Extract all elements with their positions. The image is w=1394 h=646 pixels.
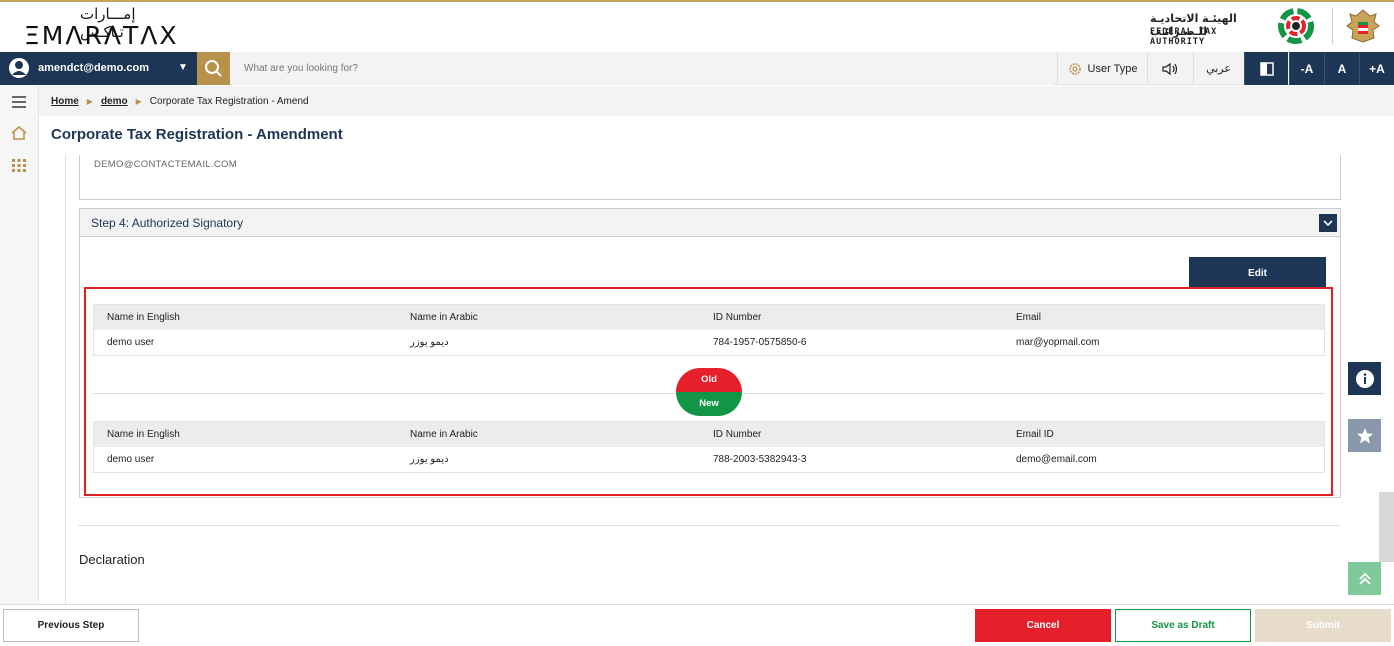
grid-icon[interactable] <box>10 156 28 174</box>
info-button[interactable] <box>1348 362 1381 395</box>
chevron-down-icon: ▼ <box>178 62 188 73</box>
sound-button[interactable] <box>1147 52 1193 85</box>
breadcrumb-demo-link[interactable]: demo <box>101 96 128 107</box>
fta-mark-icon <box>1278 8 1314 44</box>
chevron-down-icon[interactable] <box>1319 214 1337 232</box>
scroll-top-button[interactable] <box>1348 562 1381 595</box>
left-sidebar <box>0 86 39 604</box>
double-chevron-up-icon <box>1358 572 1371 585</box>
arabic-language-button[interactable]: عربي <box>1193 52 1243 85</box>
gear-icon <box>1068 62 1081 75</box>
top-navbar: amendct@demo.com ▼ User Type عربي -A A +… <box>0 52 1394 85</box>
fta-logo[interactable]: الهيئـة الاتحاديـة للـضـرائـب FEDERAL TA… <box>1150 6 1320 47</box>
header-divider <box>1332 8 1333 44</box>
uae-emblem-icon <box>1346 9 1380 43</box>
search-button[interactable] <box>197 52 230 85</box>
scrollbar-thumb[interactable] <box>1379 492 1394 562</box>
submit-button[interactable]: Submit <box>1255 609 1391 642</box>
home-icon[interactable] <box>10 124 28 142</box>
star-icon <box>1356 427 1373 443</box>
footer-bar: Previous Step Cancel Save as Draft Submi… <box>0 604 1394 646</box>
font-decrease-button[interactable]: -A <box>1289 52 1324 85</box>
user-email: amendct@demo.com <box>38 62 149 74</box>
edit-button[interactable]: Edit <box>1189 257 1326 289</box>
user-menu[interactable]: amendct@demo.com ▼ <box>0 52 197 85</box>
breadcrumb-current: Corporate Tax Registration - Amend <box>149 96 309 107</box>
breadcrumb-home-link[interactable]: Home <box>51 96 79 107</box>
favorite-button[interactable] <box>1348 419 1381 452</box>
contact-email-value: DEMO@CONTACTEMAIL.COM <box>94 159 237 170</box>
previous-step-panel: DEMO@CONTACTEMAIL.COM <box>79 155 1341 200</box>
user-avatar-icon <box>9 58 29 78</box>
font-increase-button[interactable]: +A <box>1359 52 1394 85</box>
fta-english: FEDERAL TAX AUTHORITY <box>1150 27 1218 47</box>
breadcrumb-separator-icon: ▶ <box>86 97 93 106</box>
declaration-divider <box>78 525 1340 526</box>
step-4-title: Step 4: Authorized Signatory <box>91 216 244 230</box>
step-4-header[interactable]: Step 4: Authorized Signatory <box>80 209 1340 237</box>
previous-step-button[interactable]: Previous Step <box>3 609 139 642</box>
contrast-button[interactable] <box>1244 52 1288 85</box>
search-icon <box>205 60 222 77</box>
font-normal-button[interactable]: A <box>1324 52 1359 85</box>
page-title: Corporate Tax Registration - Amendment <box>51 126 343 143</box>
contrast-icon <box>1259 61 1274 76</box>
cancel-button[interactable]: Cancel <box>975 609 1111 642</box>
menu-icon[interactable] <box>10 93 28 111</box>
user-type-label: User Type <box>1087 62 1138 75</box>
speaker-icon <box>1161 62 1177 75</box>
comparison-highlight-box <box>84 287 1333 496</box>
info-icon <box>1355 369 1374 388</box>
arabic-label: عربي <box>1206 63 1231 75</box>
breadcrumb: Home ▶ demo ▶ Corporate Tax Registration… <box>51 96 309 107</box>
breadcrumb-bar: Home ▶ demo ▶ Corporate Tax Registration… <box>39 86 1394 116</box>
emaratax-logo[interactable]: إمـــارات تـاكـس ΞMΛRΛTΛX <box>24 4 184 50</box>
save-draft-button[interactable]: Save as Draft <box>1115 609 1251 642</box>
search-input[interactable] <box>232 52 1052 85</box>
logo-english: ΞMΛRΛTΛX <box>24 21 179 50</box>
breadcrumb-separator-icon: ▶ <box>135 97 142 106</box>
header: إمـــارات تـاكـس ΞMΛRΛTΛX الهيئـة الاتحا… <box>0 2 1394 50</box>
declaration-heading: Declaration <box>79 552 145 567</box>
user-type-button[interactable]: User Type <box>1057 52 1147 85</box>
